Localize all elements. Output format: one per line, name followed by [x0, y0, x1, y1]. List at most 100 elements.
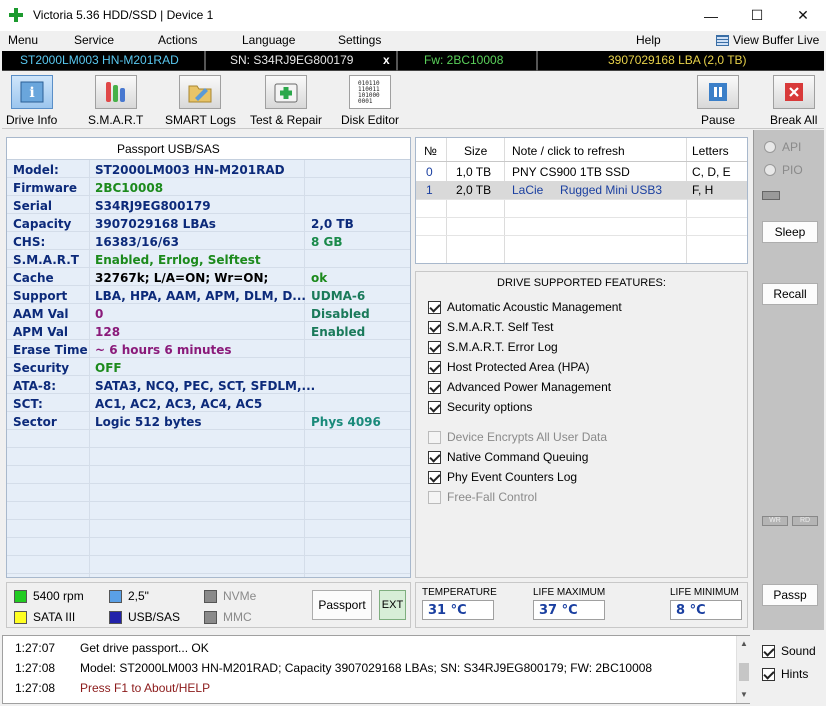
feature-checkbox[interactable]: Host Protected Area (HPA) [428, 359, 590, 375]
smart-logs-button[interactable]: SMART Logs [165, 75, 236, 127]
menu-service[interactable]: Service [74, 33, 114, 47]
feature-checkbox[interactable]: Advanced Power Management [428, 379, 611, 395]
right-control-column: API PIO Sleep Recall WR RD Passp [753, 130, 824, 630]
feature-checkbox[interactable]: Free-Fall Control [428, 489, 537, 505]
pio-radio[interactable]: PIO [764, 163, 803, 177]
checkbox-box [428, 320, 441, 334]
passport-row: Security OFF [7, 360, 410, 378]
passport-row: Cache 32767k; L/A=ON; Wr=ON; ok [7, 270, 410, 288]
passport-panel: Passport USB/SAS Model: ST2000LM003 HN-M2… [6, 137, 411, 578]
passport-extra: 8 GB [311, 235, 343, 249]
menu-menu[interactable]: Menu [8, 33, 38, 47]
scroll-thumb[interactable] [739, 663, 749, 681]
passp-button[interactable]: Passp [762, 584, 818, 606]
passport-row: Model: ST2000LM003 HN-M201RAD [7, 162, 410, 180]
break-all-button[interactable]: Break All [770, 75, 817, 127]
feature-checkbox[interactable]: Native Command Queuing [428, 449, 588, 465]
temperature-panel: TEMPERATURE 31 °C LIFE MAXIMUM 37 °C LIF… [415, 582, 748, 628]
passport-key: S.M.A.R.T [13, 253, 79, 267]
log-message: Press F1 to About/HELP [80, 681, 211, 695]
passport-extra: Disabled [311, 307, 370, 321]
passport-value: 16383/16/63 [95, 235, 179, 249]
scroll-down-icon[interactable]: ▼ [737, 690, 751, 699]
toolbar: i Drive Info S.M.A.R.T SMART Logs Test &… [2, 72, 824, 129]
victoria-app-icon [9, 8, 23, 22]
close-button[interactable]: ✕ [780, 0, 826, 31]
info-icon: i [10, 75, 53, 109]
feature-label: Advanced Power Management [447, 380, 612, 394]
menu-actions[interactable]: Actions [158, 33, 197, 47]
menu-language[interactable]: Language [242, 33, 295, 47]
passport-extra: ok [311, 271, 328, 285]
menu-settings[interactable]: Settings [338, 33, 381, 47]
device-close-x[interactable]: x [383, 53, 390, 67]
maximize-button[interactable]: ☐ [734, 0, 780, 31]
device-serial: SN: S34RJ9EG800179 [230, 53, 354, 67]
checkbox-box [762, 644, 775, 658]
smart-logs-label: SMART Logs [165, 113, 236, 127]
feature-label: Native Command Queuing [447, 450, 589, 464]
legend-nvme-label: NVMe [223, 589, 257, 603]
rd-indicator: RD [792, 516, 818, 526]
passport-key: SCT: [13, 397, 43, 411]
life-max-stat: LIFE MAXIMUM 37 °C [533, 587, 605, 620]
feature-checkbox[interactable]: S.M.A.R.T. Error Log [428, 339, 558, 355]
sound-label: Sound [781, 644, 816, 658]
passport-key: Serial [13, 199, 53, 213]
event-log[interactable]: 1:27:07 Get drive passport... OK 1:27:08… [2, 635, 750, 704]
scroll-up-icon[interactable]: ▲ [737, 639, 751, 648]
drive-row-0[interactable]: 0 1,0 TB PNY CS900 1TB SSD C, D, E [416, 163, 747, 181]
life-min-label: LIFE MINIMUM [670, 587, 739, 598]
drive-size: 2,0 TB [456, 183, 492, 197]
ext-button[interactable]: EXT [379, 590, 406, 620]
hints-checkbox[interactable]: Hints [762, 667, 808, 681]
device-bar-divider [536, 51, 538, 71]
life-min-stat: LIFE MINIMUM 8 °C [670, 587, 742, 620]
passport-value: SATA3, NCQ, PEC, SCT, SFDLM,... [95, 379, 316, 393]
feature-checkbox[interactable]: Device Encrypts All User Data [428, 429, 607, 445]
passport-extra: Phys 4096 [311, 415, 381, 429]
temperature-stat: TEMPERATURE 31 °C [422, 587, 497, 620]
green-swatch [14, 589, 27, 603]
drives-table-header: № Size Note / click to refresh Letters [416, 138, 747, 162]
pause-button[interactable]: Pause [697, 75, 739, 127]
life-max-label: LIFE MAXIMUM [533, 587, 606, 598]
menu-help[interactable]: Help [636, 33, 661, 47]
passport-key: Support [13, 289, 68, 303]
feature-checkbox[interactable]: Security options [428, 399, 532, 415]
disk-editor-button[interactable]: 010110 110011 101000 0001 Disk Editor [341, 75, 399, 127]
drive-info-button[interactable]: i Drive Info [6, 75, 57, 127]
sleep-button[interactable]: Sleep [762, 221, 818, 243]
radio-dot [764, 164, 776, 176]
passport-key: Cache [13, 271, 54, 285]
feature-checkbox[interactable]: Automatic Acoustic Management [428, 299, 622, 315]
smart-label: S.M.A.R.T [88, 113, 144, 127]
feature-checkbox[interactable]: Phy Event Counters Log [428, 469, 577, 485]
col-note[interactable]: Note / click to refresh [512, 144, 625, 158]
device-bar-divider [204, 51, 206, 71]
api-radio[interactable]: API [764, 140, 801, 154]
svg-text:i: i [29, 85, 34, 101]
legend-usbsas: USB/SAS [109, 610, 180, 624]
minimize-button[interactable]: — [688, 0, 734, 31]
passport-value: S34RJ9EG800179 [95, 199, 211, 213]
table-row-line [416, 217, 747, 218]
checkbox-box [762, 667, 775, 681]
passport-key: CHS: [13, 235, 46, 249]
view-buffer-live[interactable]: View Buffer Live [716, 33, 819, 47]
drive-row-1[interactable]: 1 2,0 TB LaCie Rugged Mini USB3 F, H [416, 181, 747, 199]
passport-value: 128 [95, 325, 121, 339]
wr-indicator: WR [762, 516, 788, 526]
log-scrollbar[interactable]: ▲ ▼ [736, 636, 750, 703]
pause-label: Pause [700, 113, 736, 127]
log-time: 1:27:07 [15, 641, 56, 655]
binary-data-icon: 010110 110011 101000 0001 [349, 75, 391, 109]
sound-checkbox[interactable]: Sound [762, 644, 816, 658]
test-repair-button[interactable]: Test & Repair [250, 75, 322, 127]
passport-button[interactable]: Passport [312, 590, 372, 620]
smart-button[interactable]: S.M.A.R.T [88, 75, 143, 127]
feature-checkbox[interactable]: S.M.A.R.T. Self Test [428, 319, 553, 335]
checkbox-box [428, 450, 441, 464]
feature-label: Automatic Acoustic Management [447, 300, 622, 314]
recall-button[interactable]: Recall [762, 283, 818, 305]
